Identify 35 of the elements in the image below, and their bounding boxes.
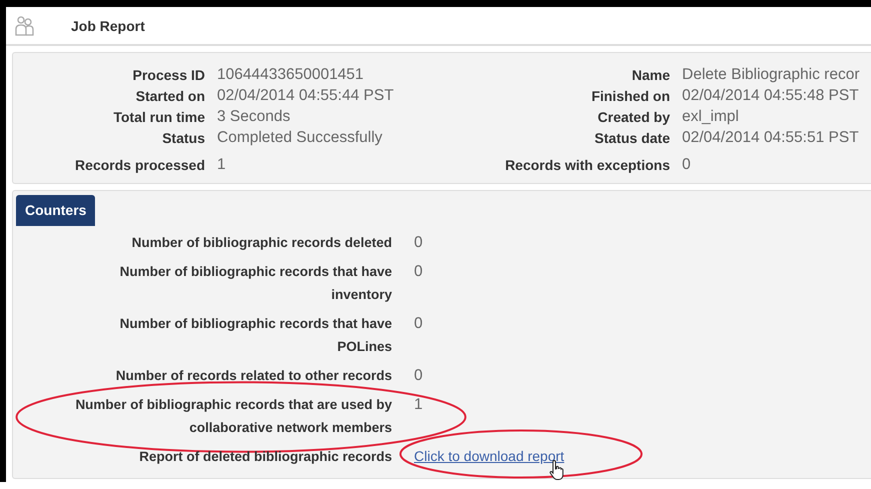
counter-label: Number of bibliographic records deleted	[130, 234, 392, 252]
field-value: Completed Successfully	[217, 128, 382, 146]
counter-value: 0	[414, 367, 423, 384]
field-label: Finished on	[590, 88, 670, 104]
window-title: Job Report	[71, 18, 145, 34]
field-label: Records processed	[74, 156, 205, 172]
field-label: Status	[161, 130, 205, 146]
counter-value: 1	[414, 396, 423, 413]
people-icon	[13, 14, 35, 36]
counter-value: 0	[414, 234, 423, 251]
field-value: 02/04/2014 04:55:48 PST	[682, 86, 859, 104]
field-label: Created by	[596, 108, 670, 124]
field-value: 02/04/2014 04:55:44 PST	[217, 86, 394, 104]
field-label: Records with exceptions	[504, 156, 670, 172]
counter-label: Number of bibliographic records that have inventory	[118, 263, 392, 304]
counter-label: Number of bibliographic records that have POLines	[118, 315, 392, 356]
field-value: 3 Seconds	[217, 108, 290, 126]
counter-label: Report of deleted bibliographic records	[138, 448, 392, 466]
field-value: 1	[217, 156, 226, 174]
field-value: exl_impl	[682, 108, 739, 126]
field-label: Process ID	[132, 66, 205, 82]
counter-value: 0	[414, 315, 423, 332]
field-label: Total run time	[112, 108, 205, 124]
field-label: Started on	[134, 88, 205, 104]
counter-value: 0	[414, 263, 423, 280]
field-value: Delete Bibliographic recor	[682, 66, 860, 84]
field-label: Name	[630, 66, 670, 82]
counters-tab[interactable]: Counters	[16, 195, 96, 226]
counter-label: Number of records related to other records	[114, 367, 392, 385]
field-value: 02/04/2014 04:55:51 PST	[682, 128, 859, 146]
field-value: 0	[682, 156, 691, 174]
field-value: 10644433650001451	[217, 66, 364, 84]
download-link[interactable]: Click to download report	[414, 448, 564, 464]
field-label: Status date	[594, 130, 670, 146]
counter-label: Number of bibliographic records that are used by collaborative network members	[74, 396, 392, 437]
